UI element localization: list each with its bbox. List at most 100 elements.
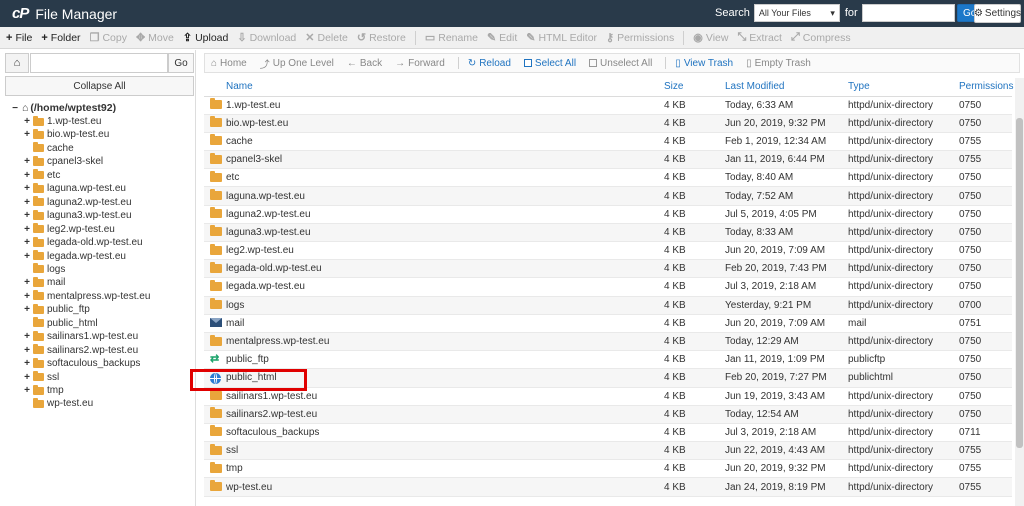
cell-name[interactable]: bio.wp-test.eu <box>226 114 664 133</box>
table-row[interactable]: cpanel3-skel 4 KB Jan 11, 2019, 6:44 PM htt… <box>204 150 1012 170</box>
cell-name[interactable]: ssl <box>226 441 664 461</box>
collapse-all-button[interactable]: Collapse All <box>5 76 194 96</box>
toolbar-move-button[interactable]: ✥ Move <box>136 31 174 45</box>
tree-item[interactable]: wp-test.eu <box>22 397 93 410</box>
vertical-scrollbar[interactable] <box>1015 78 1024 506</box>
cell-name[interactable]: wp-test.eu <box>226 477 664 497</box>
tree-item[interactable]: public_html <box>22 317 98 330</box>
scrollbar-thumb[interactable] <box>1016 118 1023 448</box>
cpanel-logo[interactable]: cP File Manager <box>12 5 117 22</box>
plus-expander-icon[interactable]: + <box>22 224 32 235</box>
home-button[interactable]: ⌂ <box>5 53 29 73</box>
nav-up-one-level-button[interactable]: ⤴ Up One Level <box>260 56 334 71</box>
path-go-button[interactable]: Go <box>168 53 194 73</box>
table-row[interactable]: sailinars1.wp-test.eu 4 KB Jun 19, 2019, 3… <box>204 387 1012 406</box>
toolbar-html-editor-button[interactable]: ✎ HTML Editor <box>526 31 597 45</box>
toolbar-copy-button[interactable]: ❐ Copy <box>90 31 127 45</box>
column-header-last-modified[interactable]: Last Modified <box>725 78 848 97</box>
minus-expander-icon[interactable]: − <box>10 103 20 114</box>
table-row[interactable]: ⇄ public_ftp 4 KB Jan 11, 2019, 1:09 PM publ… <box>204 350 1012 370</box>
nav-reload-button[interactable]: ↻ Reload <box>468 58 511 69</box>
cell-name[interactable]: public_html <box>226 368 664 388</box>
search-scope-select[interactable]: All Your Files ▾ <box>753 4 840 22</box>
tree-item[interactable]: + bio.wp-test.eu <box>22 128 109 141</box>
plus-expander-icon[interactable]: + <box>22 237 32 248</box>
tree-item[interactable]: + public_ftp <box>22 303 90 316</box>
tree-item[interactable]: + laguna.wp-test.eu <box>22 182 126 195</box>
table-row[interactable]: softaculous_backups 4 KB Jul 3, 2019, 2:18… <box>204 423 1012 443</box>
tree-item[interactable]: + cpanel3-skel <box>22 155 103 168</box>
tree-item[interactable]: + legada.wp-test.eu <box>22 250 126 263</box>
cell-name[interactable]: public_ftp <box>226 350 664 370</box>
plus-expander-icon[interactable]: + <box>22 331 32 342</box>
plus-expander-icon[interactable]: + <box>22 183 32 194</box>
toolbar-compress-button[interactable]: ⤢ Compress <box>791 31 851 44</box>
toolbar-edit-button[interactable]: ✎ Edit <box>487 31 517 45</box>
toolbar-extract-button[interactable]: ⤡ Extract <box>737 31 782 44</box>
tree-item[interactable]: + etc <box>22 169 60 182</box>
nav-unselect-all-button[interactable]: Unselect All <box>589 58 652 69</box>
nav-select-all-button[interactable]: Select All <box>523 58 576 69</box>
toolbar-view-button[interactable]: ◉ View <box>693 31 728 45</box>
plus-expander-icon[interactable]: + <box>22 385 32 396</box>
settings-button[interactable]: ⚙ Settings <box>974 4 1021 23</box>
table-row[interactable]: leg2.wp-test.eu 4 KB Jun 20, 2019, 7:09 AM… <box>204 241 1012 261</box>
tree-item[interactable]: + mentalpress.wp-test.eu <box>22 290 150 303</box>
nav-back-button[interactable]: ← Back <box>347 58 382 69</box>
path-input[interactable] <box>30 53 168 73</box>
toolbar-upload-button[interactable]: ⇪ Upload <box>183 31 229 45</box>
column-header-size[interactable]: Size <box>664 78 725 97</box>
plus-expander-icon[interactable]: + <box>22 358 32 369</box>
plus-expander-icon[interactable]: + <box>22 156 32 167</box>
table-row[interactable]: tmp 4 KB Jun 20, 2019, 9:32 PM httpd/unix-d… <box>204 459 1012 479</box>
plus-expander-icon[interactable]: + <box>22 116 32 127</box>
plus-expander-icon[interactable]: + <box>22 277 32 288</box>
tree-item[interactable]: + softaculous_backups <box>22 357 140 370</box>
toolbar-rename-button[interactable]: ▭ Rename <box>425 31 478 45</box>
table-row[interactable]: logs 4 KB Yesterday, 9:21 PM httpd/unix-dir… <box>204 296 1012 315</box>
cell-name[interactable]: leg2.wp-test.eu <box>226 241 664 261</box>
table-row[interactable]: 1.wp-test.eu 4 KB Today, 6:33 AM httpd/unix… <box>204 96 1012 115</box>
column-header-type[interactable]: Type <box>848 78 959 97</box>
table-row[interactable]: etc 4 KB Today, 8:40 AM httpd/unix-director… <box>204 168 1012 188</box>
cell-name[interactable]: softaculous_backups <box>226 423 664 443</box>
plus-expander-icon[interactable]: + <box>22 129 32 140</box>
table-row[interactable]: ssl 4 KB Jun 22, 2019, 4:43 AM httpd/unix-d… <box>204 441 1012 461</box>
plus-expander-icon[interactable]: + <box>22 291 32 302</box>
table-row[interactable]: public_html 4 KB Feb 20, 2019, 7:27 PM publ… <box>204 368 1012 388</box>
table-row[interactable]: bio.wp-test.eu 4 KB Jun 20, 2019, 9:32 PM h… <box>204 114 1012 133</box>
nav-view-trash-button[interactable]: ▯ View Trash <box>675 58 733 69</box>
nav-forward-button[interactable]: → Forward <box>395 58 445 69</box>
table-row[interactable]: sailinars2.wp-test.eu 4 KB Today, 12:54 AM… <box>204 405 1012 424</box>
cell-name[interactable]: etc <box>226 168 664 188</box>
column-header-permissions[interactable]: Permissions <box>959 78 1013 97</box>
cell-name[interactable]: laguna3.wp-test.eu <box>226 223 664 243</box>
tree-item[interactable]: + sailinars2.wp-test.eu <box>22 344 138 357</box>
nav-home-button[interactable]: ⌂ Home <box>211 58 247 69</box>
cell-name[interactable]: legada-old.wp-test.eu <box>226 259 664 279</box>
cell-name[interactable]: legada.wp-test.eu <box>226 277 664 297</box>
cell-name[interactable]: sailinars2.wp-test.eu <box>226 405 664 424</box>
toolbar-delete-button[interactable]: ✕ Delete <box>305 31 348 45</box>
cell-name[interactable]: mentalpress.wp-test.eu <box>226 332 664 352</box>
column-header-name[interactable]: Name <box>226 78 664 97</box>
table-row[interactable]: legada-old.wp-test.eu 4 KB Feb 20, 2019, 7… <box>204 259 1012 279</box>
tree-item[interactable]: + tmp <box>22 384 64 397</box>
search-input[interactable] <box>861 4 955 22</box>
table-row[interactable]: laguna3.wp-test.eu 4 KB Today, 8:33 AM http… <box>204 223 1012 243</box>
plus-expander-icon[interactable]: + <box>22 372 32 383</box>
tree-root[interactable]: − ⌂ (/home/wptest92) <box>10 102 116 114</box>
cell-name[interactable]: tmp <box>226 459 664 479</box>
toolbar-file-button[interactable]: + File <box>6 32 32 44</box>
cell-name[interactable]: logs <box>226 296 664 315</box>
table-row[interactable]: mentalpress.wp-test.eu 4 KB Today, 12:29 A… <box>204 332 1012 352</box>
cell-name[interactable]: sailinars1.wp-test.eu <box>226 387 664 406</box>
table-row[interactable]: laguna.wp-test.eu 4 KB Today, 7:52 AM httpd… <box>204 186 1012 206</box>
toolbar-restore-button[interactable]: ↺ Restore <box>357 31 406 45</box>
cell-name[interactable]: mail <box>226 314 664 333</box>
cell-name[interactable]: cache <box>226 132 664 152</box>
cell-name[interactable]: laguna2.wp-test.eu <box>226 205 664 224</box>
tree-item[interactable]: + mail <box>22 276 65 289</box>
table-row[interactable]: legada.wp-test.eu 4 KB Jul 3, 2019, 2:18 A… <box>204 277 1012 297</box>
plus-expander-icon[interactable]: + <box>22 210 32 221</box>
